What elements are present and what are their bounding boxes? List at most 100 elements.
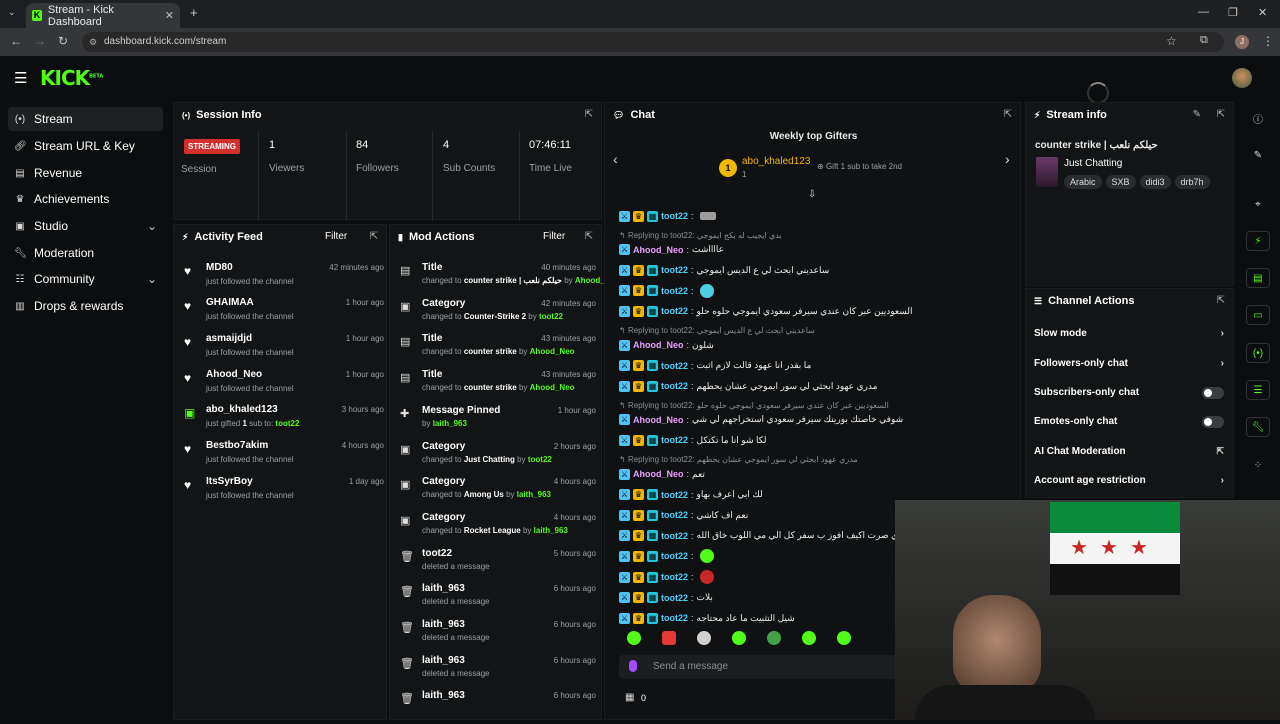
- popout-icon[interactable]: ⇱: [370, 231, 378, 242]
- sidebar-item-community[interactable]: ☷ Community ⌄: [8, 267, 163, 291]
- chat-username[interactable]: toot22: [661, 593, 688, 603]
- user-avatar[interactable]: [1232, 68, 1252, 88]
- popout-icon[interactable]: ⇱: [585, 109, 593, 120]
- document-icon[interactable]: ▤: [1246, 268, 1270, 288]
- chat-username[interactable]: toot22: [661, 490, 688, 500]
- chat-message[interactable]: ⚔ ♛ ▦ toot22: السعوديين عبر كان عندي سيرفر …: [619, 302, 913, 320]
- prev-gifter-icon[interactable]: ‹: [613, 151, 618, 167]
- chat-username[interactable]: toot22: [661, 435, 688, 445]
- subscribers-only-toggle[interactable]: [1202, 387, 1224, 399]
- chat-icon[interactable]: ▭: [1246, 305, 1270, 325]
- chat-message[interactable]: ⚔ ♛ ▦ toot22: مدري عهود ابحثي لي سور ايموجي…: [619, 377, 877, 395]
- sidebar-item-moderation[interactable]: 🔧︎ Moderation: [8, 241, 163, 265]
- chat-message[interactable]: ⚔ ♛ ▦ toot22: لك ابي اعرف بهاو: [619, 486, 763, 504]
- sidebar-item-stream-url-key[interactable]: 🔗︎ Stream URL & Key: [8, 134, 163, 158]
- pencil-icon[interactable]: ✎: [1246, 145, 1270, 165]
- popout-icon[interactable]: ⇱: [1004, 109, 1012, 120]
- apps-icon[interactable]: ⁘: [1246, 455, 1270, 475]
- new-tab-button[interactable]: +: [190, 5, 198, 20]
- popout-icon[interactable]: ⇱: [585, 231, 593, 242]
- emote-icon[interactable]: [662, 631, 676, 645]
- filter-button[interactable]: Filter: [543, 231, 565, 242]
- chat-username[interactable]: Ahood_Neo: [633, 245, 684, 255]
- chat-username[interactable]: toot22: [661, 572, 688, 582]
- chat-message[interactable]: ⚔ ♛ ▦ toot22: ساعديني ابحث لي ع الديس ايموج…: [619, 261, 829, 279]
- chat-message[interactable]: ⚔ ♛ ▦ toot22:: [619, 568, 714, 586]
- emote-icon[interactable]: [732, 631, 746, 645]
- emote-icon[interactable]: [837, 631, 851, 645]
- chat-message[interactable]: ⚔ Ahood_Neo: عااااشت: [619, 241, 724, 259]
- chat-username[interactable]: toot22: [661, 361, 688, 371]
- site-info-icon[interactable]: ⚙: [89, 32, 97, 52]
- ai-moderation-action[interactable]: AI Chat Moderation ⇱: [1034, 446, 1224, 457]
- hamburger-menu-icon[interactable]: ☰: [14, 69, 27, 87]
- chat-username[interactable]: toot22: [661, 510, 688, 520]
- chat-message[interactable]: ⚔ Ahood_Neo: شوفي خاصتك بورينك سيرفر سعود…: [619, 411, 903, 429]
- sidebar-item-studio[interactable]: ▣ Studio ⌄: [8, 214, 163, 238]
- next-gifter-icon[interactable]: ›: [1005, 151, 1010, 167]
- chat-username[interactable]: toot22: [661, 613, 688, 623]
- emotes-only-toggle[interactable]: [1202, 416, 1224, 428]
- chat-username[interactable]: toot22: [661, 551, 688, 561]
- emote-icon[interactable]: [697, 631, 711, 645]
- reload-icon[interactable]: ↻: [58, 34, 68, 48]
- popout-icon[interactable]: ⇱: [1217, 295, 1225, 306]
- profile-avatar[interactable]: J: [1235, 35, 1249, 49]
- forward-icon[interactable]: →: [34, 34, 46, 48]
- browser-menu-icon[interactable]: ⋮: [1262, 34, 1274, 48]
- kick-logo[interactable]: KICKBETA: [40, 66, 103, 90]
- chat-message[interactable]: ⚔ ♛ ▦ toot22: ما بقدر انا عهود قالت لازم اث…: [619, 357, 811, 375]
- emote-icon[interactable]: [627, 631, 641, 645]
- sidebar-item-revenue[interactable]: ▤ Revenue: [8, 161, 163, 185]
- gift-hint[interactable]: ⊕ Gift 1 sub to take 2nd: [817, 162, 902, 171]
- chat-message[interactable]: ⚔ Ahood_Neo: شلون: [619, 336, 714, 354]
- maximize-icon[interactable]: ❐: [1228, 6, 1238, 19]
- chat-message[interactable]: ⚔ ♛ ▦ toot22:: [619, 547, 714, 565]
- chat-username[interactable]: toot22: [661, 381, 688, 391]
- chat-message[interactable]: ⚔ ♛ ▦ toot22: نعم اف كاشي: [619, 506, 748, 524]
- chat-username[interactable]: toot22: [661, 531, 688, 541]
- emote-icon[interactable]: [767, 631, 781, 645]
- subscribers-only-action[interactable]: Subscribers-only chat: [1034, 387, 1224, 399]
- followers-only-action[interactable]: Followers-only chat ›: [1034, 358, 1224, 369]
- chat-username[interactable]: Ahood_Neo: [633, 469, 684, 479]
- chat-username[interactable]: toot22: [661, 306, 688, 316]
- emotes-only-action[interactable]: Emotes-only chat: [1034, 416, 1224, 428]
- chat-message[interactable]: ⚔ Ahood_Neo: تعم: [619, 465, 705, 483]
- info-icon[interactable]: ⓘ: [1246, 108, 1270, 128]
- back-icon[interactable]: ←: [10, 34, 22, 48]
- minimize-icon[interactable]: —: [1198, 6, 1209, 18]
- chat-username[interactable]: Ahood_Neo: [633, 415, 684, 425]
- chat-message[interactable]: ⚔ ♛ ▦ toot22: شيل التثبيت ما عاد محتاجه: [619, 609, 795, 627]
- filter-button[interactable]: Filter: [325, 231, 347, 242]
- browser-tab[interactable]: K Stream - Kick Dashboard ✕: [26, 3, 180, 28]
- chat-message[interactable]: ⚔ ♛ ▦ toot22:: [619, 207, 716, 225]
- tab-list-icon[interactable]: ⌄: [8, 7, 16, 18]
- wrench-icon[interactable]: 🔧︎: [1246, 417, 1270, 437]
- chat-username[interactable]: toot22: [661, 286, 688, 296]
- edit-pencil-icon[interactable]: ✎: [1193, 109, 1201, 120]
- url-bar[interactable]: ⚙ dashboard.kick.com/stream: [82, 32, 1224, 52]
- chat-message[interactable]: ⚔ ♛ ▦ toot22: كل يا فوري صرت اكيف افوز ب سف…: [619, 527, 933, 545]
- sidebar-item-achievements[interactable]: ♛ Achievements: [8, 187, 163, 211]
- pinned-expand-icon[interactable]: ⇩: [808, 189, 816, 200]
- extensions-icon[interactable]: ⧉: [1200, 34, 1208, 47]
- broadcast-icon[interactable]: (•): [1246, 343, 1270, 363]
- close-tab-icon[interactable]: ✕: [165, 9, 174, 22]
- chat-message[interactable]: ⚔ ♛ ▦ toot22: لكا شو انا ما تكتكل: [619, 431, 766, 449]
- chat-message[interactable]: ⚔ ♛ ▦ toot22:: [619, 282, 714, 300]
- chat-message[interactable]: ⚔ ♛ ▦ toot22: بلات: [619, 589, 713, 607]
- chat-username[interactable]: toot22: [661, 211, 688, 221]
- popout-icon[interactable]: ⇱: [1217, 109, 1225, 120]
- window-close-icon[interactable]: ✕: [1258, 6, 1267, 19]
- microphone-icon[interactable]: [629, 660, 637, 672]
- bookmark-star-icon[interactable]: ☆: [1166, 34, 1177, 48]
- chat-username[interactable]: Ahood_Neo: [633, 340, 684, 350]
- top-gifter-name[interactable]: abo_khaled123: [742, 156, 810, 167]
- chat-username[interactable]: toot22: [661, 265, 688, 275]
- sidebar-item-stream[interactable]: (•) Stream: [8, 107, 163, 131]
- list-icon[interactable]: ☰: [1246, 380, 1270, 400]
- account-age-action[interactable]: Account age restriction ›: [1034, 475, 1224, 486]
- slow-mode-action[interactable]: Slow mode ›: [1034, 328, 1224, 339]
- target-icon[interactable]: ⌖: [1246, 194, 1270, 214]
